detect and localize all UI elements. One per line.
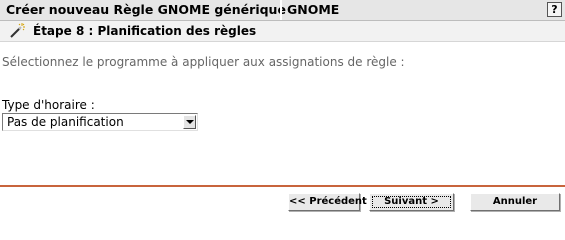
previous-button[interactable]: << Précédent <box>288 193 367 211</box>
next-button[interactable]: Suivant > <box>369 193 454 211</box>
platform-label: GNOME <box>287 2 340 17</box>
schedule-type-value: Pas de planification <box>7 115 124 129</box>
header-separator <box>280 0 282 20</box>
chevron-down-icon[interactable] <box>183 115 196 129</box>
wizard-title: Créer nouveau Règle GNOME générique <box>6 2 286 17</box>
wand-icon <box>10 23 25 38</box>
schedule-type-label: Type d'horaire : <box>2 98 95 112</box>
help-button[interactable]: ? <box>547 2 562 17</box>
wizard-header: Créer nouveau Règle GNOME générique GNOM… <box>0 0 565 21</box>
cancel-button[interactable]: Annuler <box>470 193 560 211</box>
step-bar: Étape 8 : Planification des règles <box>0 21 565 42</box>
footer-divider <box>0 185 565 187</box>
instructions-text: Sélectionnez le programme à appliquer au… <box>2 55 405 69</box>
step-title: Étape 8 : Planification des règles <box>33 24 257 38</box>
schedule-type-select[interactable]: Pas de planification <box>2 113 198 131</box>
